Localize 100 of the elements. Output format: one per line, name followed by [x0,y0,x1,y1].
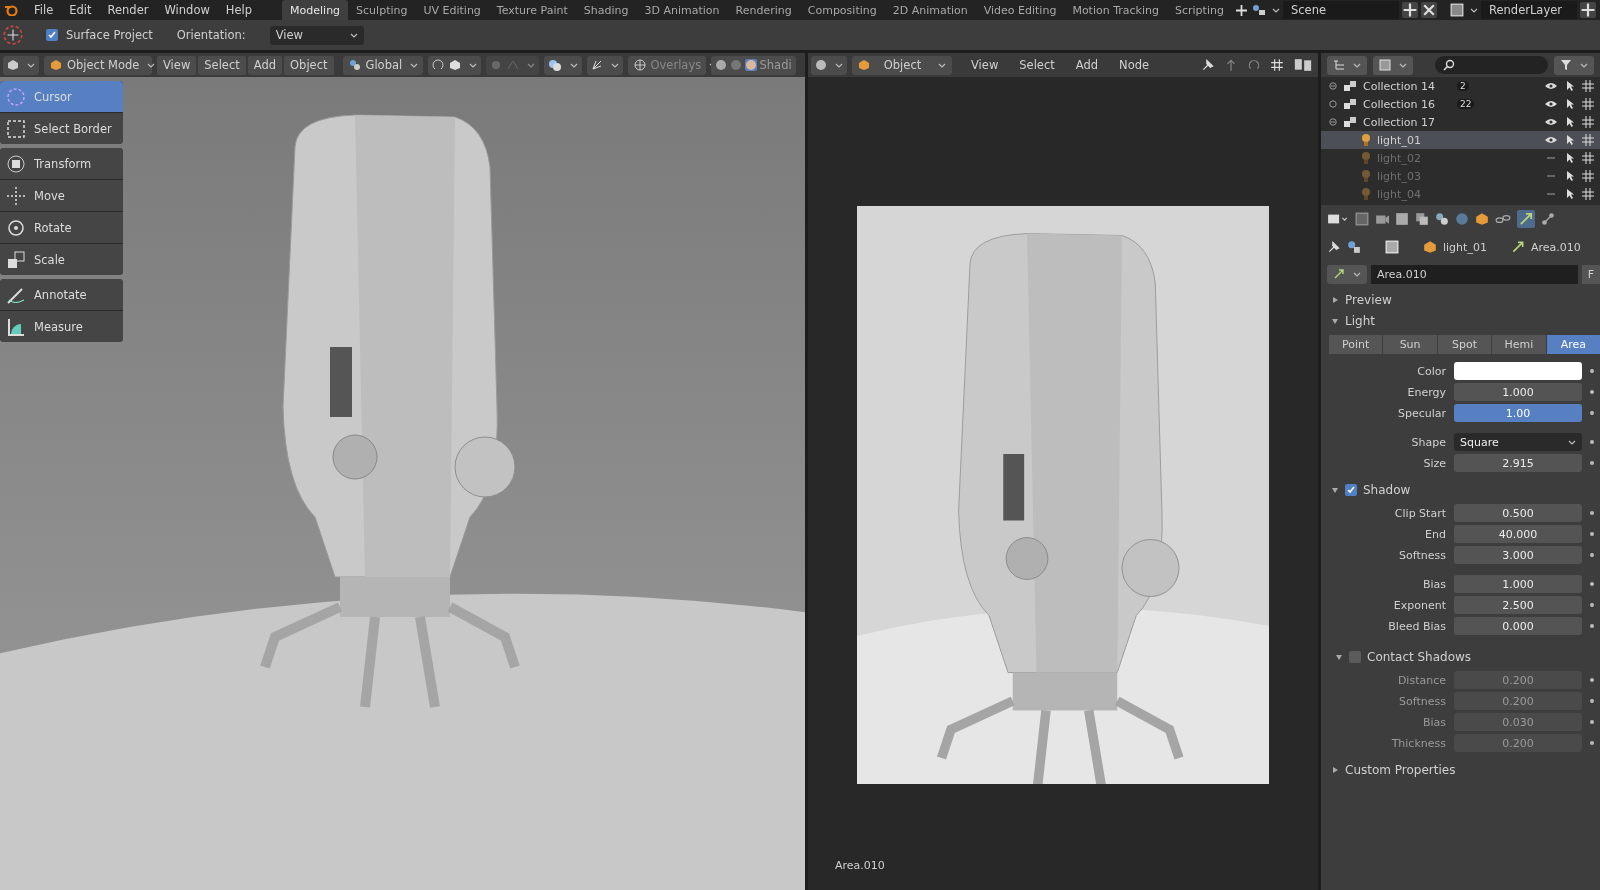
context-object-name[interactable]: light_01 [1443,240,1487,254]
pin-icon[interactable] [1327,240,1341,254]
keyframe-dot[interactable] [1590,582,1594,586]
pointer-icon[interactable] [1566,116,1574,128]
editor-type-dropdown[interactable] [811,55,847,75]
slider-field[interactable]: 1.00 [1454,404,1582,422]
grid-icon[interactable] [1582,116,1594,128]
panel-checkbox[interactable] [1349,650,1361,663]
panel-title[interactable]: Custom Properties [1345,762,1456,777]
eye-closed-icon[interactable] [1544,172,1558,180]
arrow-up-icon[interactable] [1224,58,1238,72]
keyframe-dot[interactable] [1590,440,1594,444]
header-menu[interactable]: Select [198,55,246,75]
number-field[interactable]: 40.000 [1454,525,1582,543]
plus-icon[interactable] [1402,2,1418,18]
eye-icon[interactable] [1544,136,1558,144]
light-data-tab-icon[interactable] [1517,210,1535,228]
pointer-icon[interactable] [1566,98,1574,110]
eye-icon[interactable] [1544,118,1558,126]
grid-icon[interactable] [1582,188,1594,200]
plus-icon[interactable] [1580,2,1596,18]
tool-button[interactable]: Annotate [0,279,123,310]
workspace-tab[interactable]: UV Editing [415,0,489,20]
eye-icon[interactable] [1544,82,1558,90]
outliner-row[interactable]: light_01 [1321,131,1600,149]
panel-title[interactable]: Light [1345,313,1375,328]
triangle-down-icon[interactable] [1335,652,1343,661]
grid-icon[interactable] [1582,152,1594,164]
outliner-row[interactable]: Collection 14 2 [1321,77,1600,95]
grid-icon[interactable] [1582,80,1594,92]
keyframe-dot[interactable] [1590,532,1594,536]
mode-dropdown[interactable]: Object Mode [44,55,152,75]
view-layer-field[interactable]: RenderLayer [1481,1,1577,19]
cube-tab-icon[interactable] [1475,212,1489,226]
pivot-dropdown[interactable] [427,55,481,75]
outliner-row[interactable]: Collection 17 [1321,113,1600,131]
header-menu[interactable]: Select [1011,58,1063,72]
object-dropdown[interactable]: Object [852,55,952,75]
workspace-tab[interactable]: Texture Paint [488,0,576,20]
color-swatch[interactable] [1454,362,1582,380]
datablock-name-field[interactable]: Area.010 [1371,264,1578,284]
workspace-tab[interactable]: Motion Tracking [1064,0,1167,20]
pointer-icon[interactable] [1566,152,1574,164]
panel-title[interactable]: Shadow [1363,482,1411,497]
scene-tab-icon[interactable] [1435,212,1449,226]
keyframe-dot[interactable] [1590,624,1594,628]
spheres-dropdown[interactable] [543,55,582,75]
search-field[interactable] [1435,56,1548,74]
workspace-tab[interactable]: Rendering [727,0,800,20]
light-type-tab[interactable]: Area [1546,335,1600,354]
triangle-down-icon[interactable] [1331,316,1339,325]
light-type-tab[interactable]: Point [1329,335,1383,354]
panel-checkbox[interactable] [1345,483,1357,496]
pointer-icon[interactable] [1566,134,1574,146]
menu-item[interactable]: Render [99,3,157,17]
filter-dropdown[interactable] [1554,55,1594,75]
fake-user-button[interactable]: F [1581,264,1600,284]
grid-icon[interactable] [1582,134,1594,146]
keyframe-dot[interactable] [1590,678,1594,682]
number-field[interactable]: 2.500 [1454,596,1582,614]
triangle-right-icon[interactable] [1331,295,1339,304]
header-menu[interactable]: Add [1067,58,1107,72]
pointer-icon[interactable] [1566,188,1574,200]
panel-title[interactable]: Preview [1345,292,1392,307]
workspace-tab[interactable]: Scripting [1167,0,1232,20]
context-data-name[interactable]: Area.010 [1530,240,1581,254]
scene-field[interactable]: Scene [1283,1,1399,19]
menu-item[interactable]: File [26,3,62,17]
menu-item[interactable]: Edit [61,3,100,17]
eye-closed-icon[interactable] [1544,190,1558,198]
tool-button[interactable]: Transform [0,148,123,179]
keyframe-dot[interactable] [1590,699,1594,703]
tool-button[interactable]: Rotate [0,212,123,243]
keyframe-dot[interactable] [1590,553,1594,557]
header-menu[interactable]: Object [284,55,334,75]
menu-item[interactable]: Window [156,3,218,17]
number-field[interactable]: 0.000 [1454,617,1582,635]
workspace-tab[interactable]: 2D Animation [884,0,976,20]
display-mode-dropdown[interactable] [1327,55,1367,75]
keyframe-dot[interactable] [1590,390,1594,394]
eye-closed-icon[interactable] [1544,154,1558,162]
number-field[interactable]: 1.000 [1454,575,1582,593]
keyframe-dot[interactable] [1590,720,1594,724]
keyframe-dot[interactable] [1590,603,1594,607]
number-field[interactable]: 3.000 [1454,546,1582,564]
orientation-dropdown[interactable]: Global [342,55,423,75]
grid-icon[interactable] [1582,170,1594,182]
light-type-tab[interactable]: Sun [1383,335,1437,354]
workspace-tab[interactable]: Compositing [799,0,885,20]
keyframe-dot[interactable] [1590,369,1594,373]
workspace-tab[interactable]: Video Editing [975,0,1065,20]
header-menu[interactable]: View [157,55,197,75]
tool-button[interactable]: Move [0,180,123,211]
eye-icon[interactable] [1544,100,1558,108]
panel-title[interactable]: Contact Shadows [1367,649,1472,664]
header-menu[interactable]: Add [247,55,283,75]
keyframe-dot[interactable] [1590,461,1594,465]
layers-tab-icon[interactable] [1415,212,1429,226]
workspace-tab[interactable]: Sculpting [348,0,416,20]
datablock-browse-dropdown[interactable] [1327,264,1367,284]
